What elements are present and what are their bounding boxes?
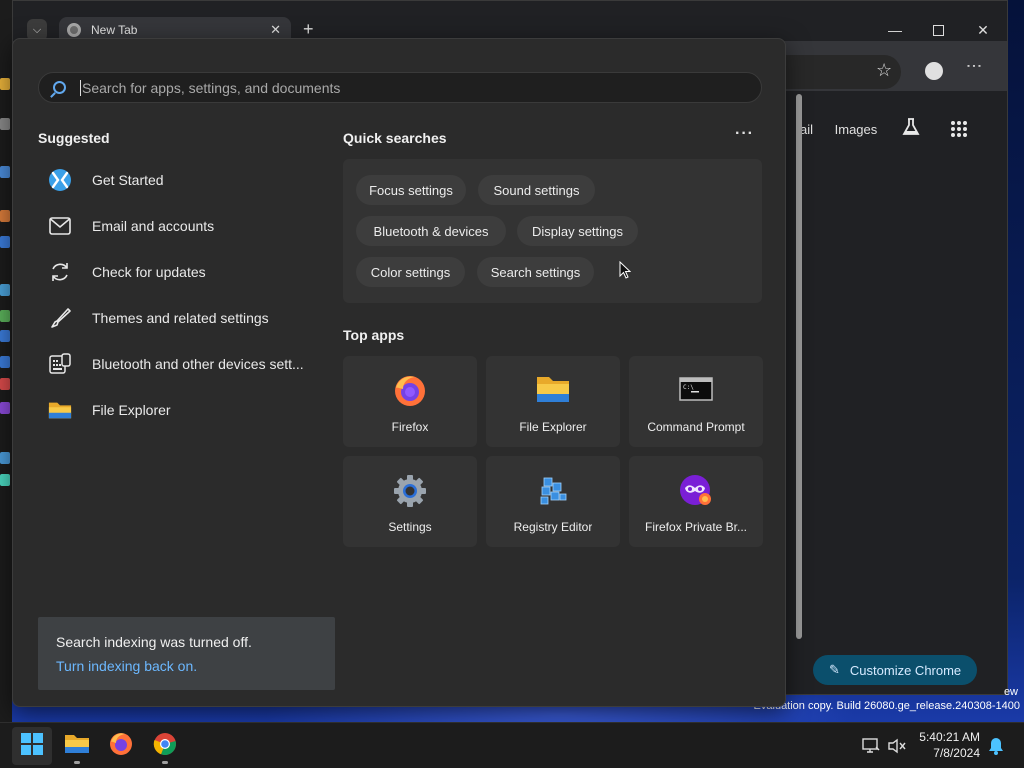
folder-icon — [64, 733, 90, 760]
bookmark-star-icon[interactable]: ☆ — [876, 60, 892, 81]
app-tile-label: Registry Editor — [513, 520, 593, 534]
suggested-item-file-explorer[interactable]: File Explorer — [38, 387, 328, 433]
desktop-icons-strip — [0, 0, 12, 722]
registry-icon — [536, 474, 570, 508]
taskbar-firefox[interactable] — [101, 727, 141, 765]
search-box[interactable] — [38, 72, 762, 103]
app-tile-label: Firefox — [391, 420, 429, 434]
pencil-icon: ✎ — [829, 662, 840, 677]
gear-icon — [393, 474, 427, 508]
watermark-edge-text: ew — [1003, 686, 1018, 698]
taskbar-file-explorer[interactable] — [57, 727, 97, 765]
suggested-item-email-accounts[interactable]: Email and accounts — [38, 203, 328, 249]
app-tile-firefox[interactable]: Firefox — [343, 356, 477, 447]
more-options-button[interactable]: ··· — [735, 125, 754, 143]
running-indicator — [162, 761, 168, 764]
chip-search-settings[interactable]: Search settings — [477, 257, 594, 287]
clock-date: 7/8/2024 — [933, 746, 980, 760]
chip-bluetooth-devices[interactable]: Bluetooth & devices — [356, 216, 506, 246]
chrome-menu-icon[interactable]: ⋮ — [964, 58, 983, 72]
mail-icon — [48, 214, 72, 238]
folder-icon — [48, 398, 72, 422]
labs-flask-icon[interactable] — [902, 118, 920, 141]
quick-searches-title: Quick searches — [343, 130, 447, 146]
mouse-cursor-icon — [619, 260, 632, 284]
firefox-icon — [109, 732, 133, 761]
windows-logo-icon — [21, 732, 43, 760]
app-tile-settings[interactable]: Settings — [343, 456, 477, 547]
brush-icon — [48, 306, 72, 330]
customize-chrome-label: Customize Chrome — [849, 662, 962, 678]
app-tile-command-prompt[interactable]: C:\ Command Prompt — [629, 356, 763, 447]
turn-indexing-on-link[interactable]: Turn indexing back on. — [56, 658, 335, 674]
suggested-title: Suggested — [38, 130, 110, 146]
suggested-list: Get Started Email and accounts Check for… — [38, 157, 328, 433]
suggested-item-label: Check for updates — [92, 264, 206, 280]
notification-bell-icon[interactable] — [988, 723, 1004, 768]
scrollbar[interactable] — [796, 94, 802, 639]
evaluation-watermark: Evaluation copy. Build 26080.ge_release.… — [753, 700, 1020, 712]
chrome-favicon-icon — [67, 23, 81, 37]
get-started-icon — [48, 168, 72, 192]
taskbar-clock[interactable]: 5:40:21 AM 7/8/2024 — [914, 729, 980, 761]
refresh-icon — [48, 260, 72, 284]
suggested-item-label: File Explorer — [92, 402, 171, 418]
suggested-item-get-started[interactable]: Get Started — [38, 157, 328, 203]
app-tile-file-explorer[interactable]: File Explorer — [486, 356, 620, 447]
chevron-down-icon: ⌵ — [32, 23, 42, 36]
suggested-item-themes[interactable]: Themes and related settings — [38, 295, 328, 341]
taskbar-chrome[interactable] — [145, 727, 185, 765]
app-tile-label: Settings — [388, 520, 432, 534]
ntp-header-links: ail Images — [800, 122, 895, 137]
indexing-banner: Search indexing was turned off. Turn ind… — [38, 617, 335, 690]
indexing-message: Search indexing was turned off. — [56, 634, 252, 650]
app-tile-registry-editor[interactable]: Registry Editor — [486, 456, 620, 547]
svg-text:C:\: C:\ — [683, 384, 694, 391]
clock-time: 5:40:21 AM — [919, 730, 980, 744]
keyboard-devices-icon — [48, 352, 72, 376]
customize-chrome-button[interactable]: ✎ Customize Chrome — [813, 655, 977, 685]
app-tile-label: File Explorer — [519, 420, 587, 434]
close-tab-icon[interactable]: ✕ — [270, 22, 281, 38]
quick-searches-panel: Focus settings Sound settings Bluetooth … — [343, 159, 762, 303]
top-apps-title: Top apps — [343, 327, 405, 343]
app-tile-label: Command Prompt — [647, 420, 745, 434]
folder-icon — [536, 374, 570, 408]
suggested-item-check-updates[interactable]: Check for updates — [38, 249, 328, 295]
firefox-private-icon — [679, 474, 713, 508]
new-tab-button[interactable]: + — [303, 19, 314, 40]
app-tile-label: Firefox Private Br... — [644, 520, 748, 534]
profile-avatar-icon[interactable] — [925, 62, 943, 80]
network-icon[interactable] — [862, 723, 880, 768]
chip-display-settings[interactable]: Display settings — [517, 216, 638, 246]
firefox-icon — [393, 374, 427, 408]
google-apps-icon[interactable] — [951, 121, 967, 137]
search-icon — [53, 81, 66, 94]
search-input[interactable] — [80, 79, 720, 96]
start-button[interactable] — [12, 727, 52, 765]
suggested-item-label: Themes and related settings — [92, 310, 269, 326]
search-flyout: Suggested Get Started Email and accounts… — [12, 38, 786, 707]
running-indicator — [74, 761, 80, 764]
restore-icon — [932, 24, 944, 36]
suggested-item-bluetooth-devices[interactable]: Bluetooth and other devices sett... — [38, 341, 328, 387]
chip-sound-settings[interactable]: Sound settings — [478, 175, 595, 205]
chip-color-settings[interactable]: Color settings — [356, 257, 465, 287]
images-link[interactable]: Images — [835, 122, 878, 137]
taskbar: 5:40:21 AM 7/8/2024 — [0, 722, 1024, 768]
suggested-item-label: Bluetooth and other devices sett... — [92, 356, 304, 372]
app-tile-firefox-private[interactable]: Firefox Private Br... — [629, 456, 763, 547]
tab-title: New Tab — [91, 23, 138, 37]
suggested-item-label: Email and accounts — [92, 218, 215, 234]
suggested-item-label: Get Started — [92, 172, 164, 188]
chip-focus-settings[interactable]: Focus settings — [356, 175, 466, 205]
terminal-icon: C:\ — [679, 374, 713, 408]
chrome-icon — [153, 732, 177, 761]
volume-muted-icon[interactable] — [888, 723, 906, 768]
